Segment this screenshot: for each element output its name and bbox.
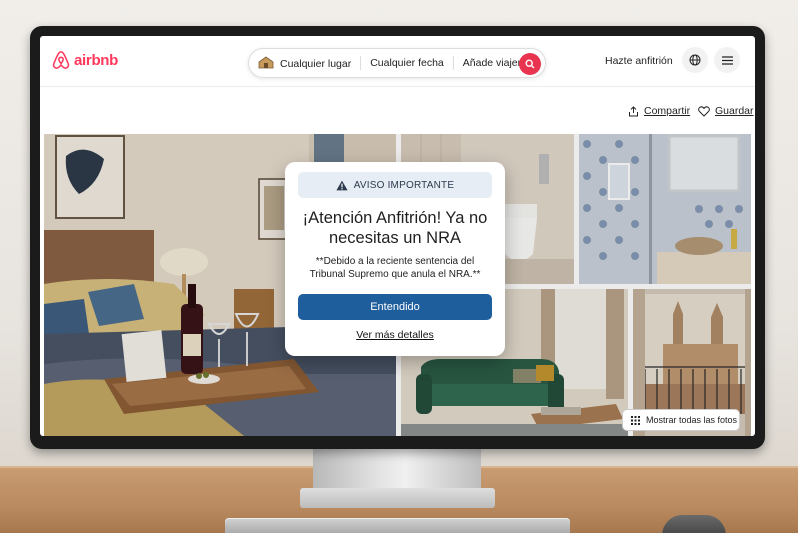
keyboard: [225, 518, 570, 533]
search-button[interactable]: [519, 53, 541, 75]
notice-tag-label: AVISO IMPORTANTE: [353, 179, 455, 191]
header-divider: [40, 86, 755, 87]
search-date[interactable]: Cualquier fecha: [361, 57, 453, 69]
share-button[interactable]: Compartir: [628, 105, 690, 117]
more-details-link[interactable]: Ver más detalles: [356, 329, 434, 341]
brand-name: airbnb: [74, 51, 119, 69]
share-icon: [629, 105, 638, 116]
house-icon: [258, 56, 274, 69]
browser-screen: airbnb Cualquier lugar Cualquier fecha A…: [40, 36, 755, 436]
mouse: [662, 515, 726, 533]
important-notice-dialog: AVISO IMPORTANTE ¡Atención Anfitrión! Ya…: [285, 162, 505, 356]
save-label: Guardar: [715, 105, 754, 117]
language-button[interactable]: [682, 47, 708, 73]
search-bar[interactable]: Cualquier lugar Cualquier fecha Añade vi…: [248, 48, 546, 78]
menu-icon: [721, 55, 733, 65]
monitor-stand-base: [300, 488, 495, 508]
search-place-label: Cualquier lugar: [280, 58, 352, 70]
notice-tag: AVISO IMPORTANTE: [298, 172, 492, 198]
globe-icon: [689, 54, 701, 66]
monitor-stand: [313, 446, 481, 490]
airbnb-logo[interactable]: airbnb: [52, 50, 118, 70]
save-button[interactable]: Guardar: [698, 105, 754, 117]
show-all-photos-label: Mostrar todas las fotos: [646, 415, 738, 425]
dialog-message: **Debido a la reciente sentencia del Tri…: [309, 256, 481, 280]
warning-icon: [336, 180, 348, 190]
dialog-title: ¡Atención Anfitrión! Ya no necesitas un …: [302, 209, 488, 247]
share-label: Compartir: [644, 105, 691, 117]
grid-icon: [631, 415, 640, 425]
understood-button[interactable]: Entendido: [298, 294, 492, 320]
menu-button[interactable]: [714, 47, 740, 73]
become-host-link[interactable]: Hazte anfitrión: [605, 55, 673, 67]
monitor: airbnb Cualquier lugar Cualquier fecha A…: [30, 26, 765, 449]
airbnb-icon: [52, 51, 70, 69]
search-place[interactable]: Cualquier lugar: [249, 56, 360, 70]
heart-icon: [698, 105, 710, 117]
search-icon: [525, 59, 535, 69]
show-all-photos-button[interactable]: Mostrar todas las fotos: [622, 409, 740, 431]
